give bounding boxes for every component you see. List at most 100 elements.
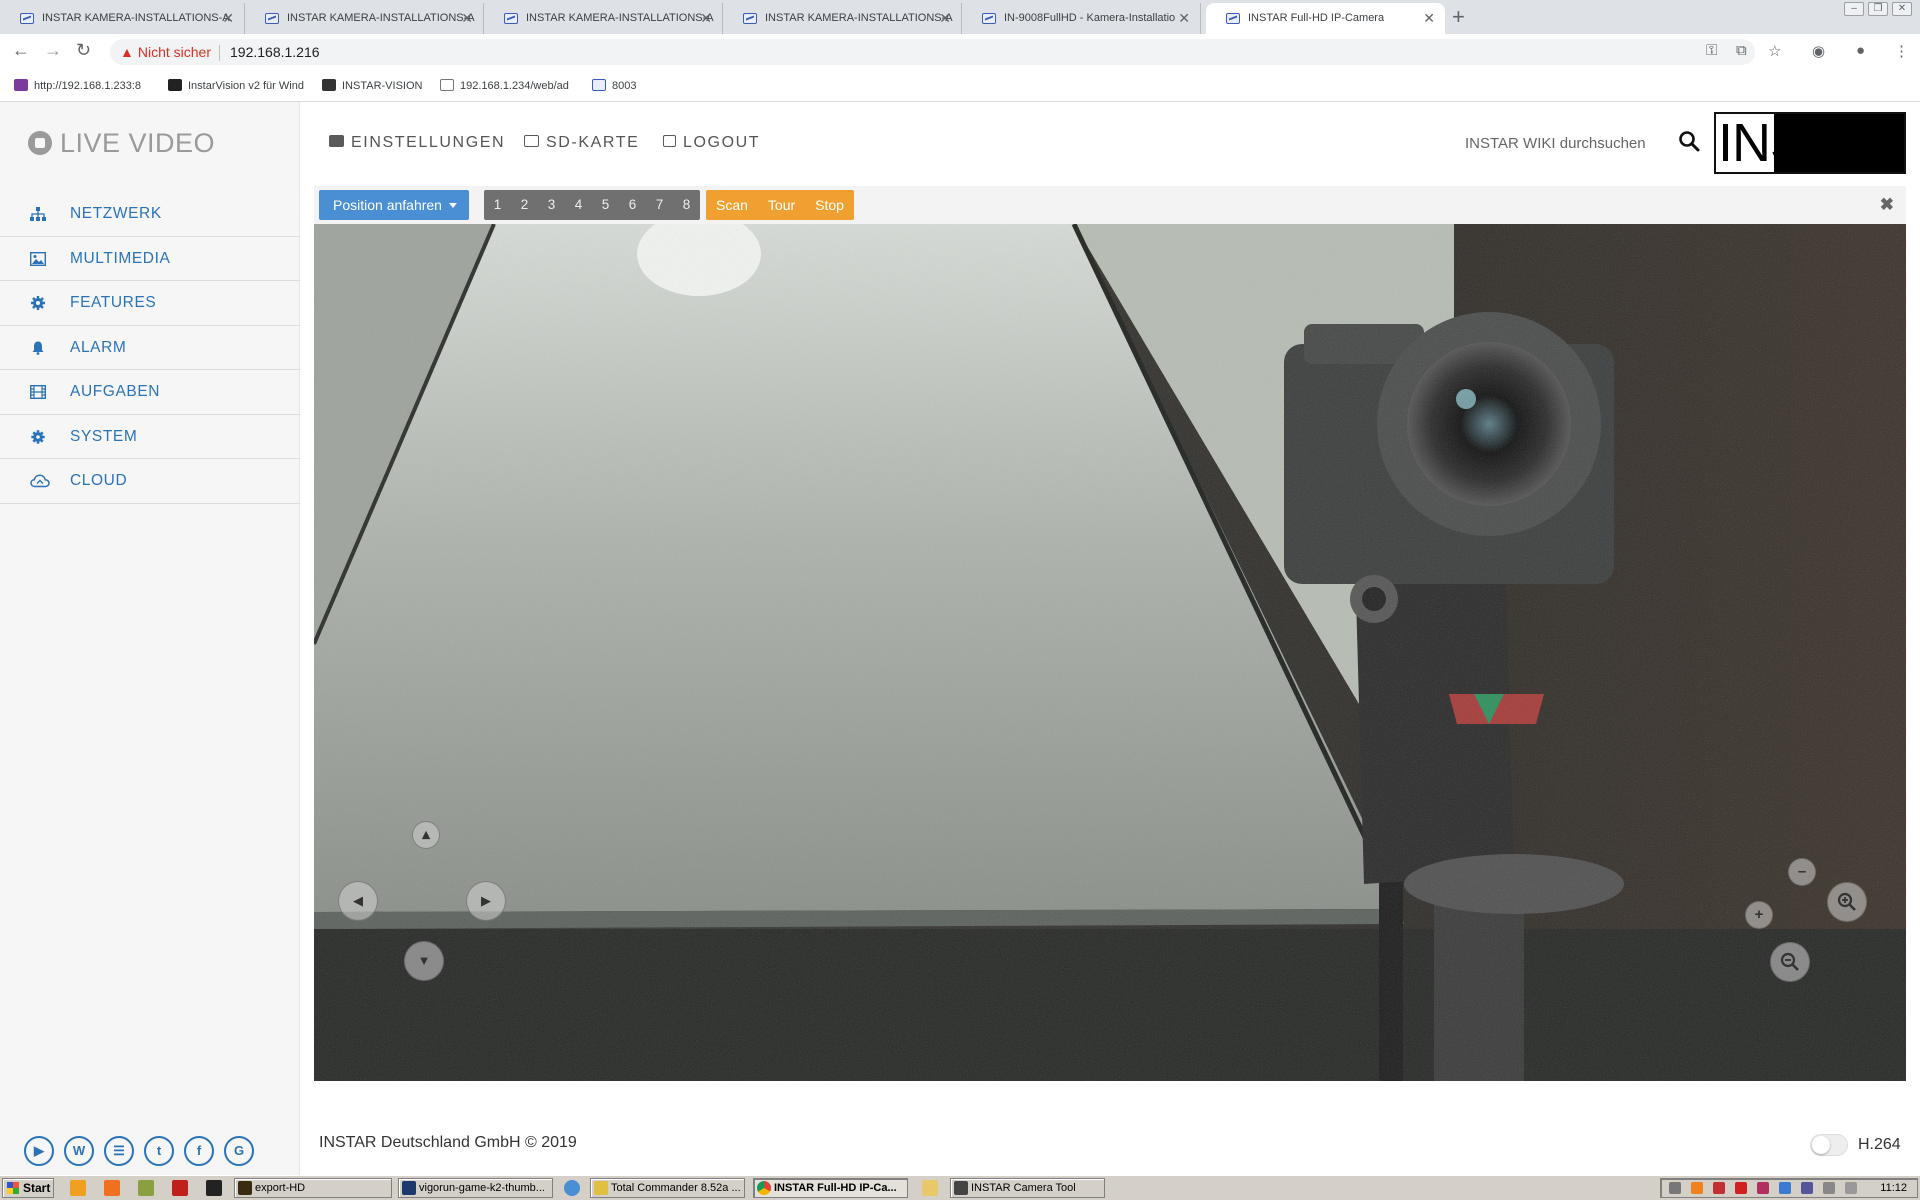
nav-sd-karte[interactable]: SD-KARTE (524, 134, 639, 152)
zoom-plus-button[interactable]: + (1745, 901, 1773, 929)
close-window-icon[interactable]: ✕ (1892, 2, 1912, 16)
pan-right-button[interactable]: ▶ (466, 881, 506, 921)
restore-icon[interactable]: ❐ (1868, 2, 1888, 16)
reload-icon[interactable]: ↻ (76, 40, 91, 61)
bookmark-item[interactable]: 192.168.1.234/web/ad (440, 79, 569, 92)
close-tab-icon[interactable]: ✕ (939, 3, 951, 34)
preset-button-4[interactable]: 4 (565, 190, 592, 220)
preset-button-5[interactable]: 5 (592, 190, 619, 220)
sidebar-item-multimedia[interactable]: MULTIMEDIA (0, 237, 300, 281)
taskbar-clock[interactable]: 11:12 (1880, 1179, 1907, 1197)
sidebar-item-netzwerk[interactable]: NETZWERK (0, 192, 300, 237)
preset-button-6[interactable]: 6 (619, 190, 646, 220)
taskbar-button[interactable]: vigorun-game-k2-thumb... (398, 1178, 553, 1198)
tray-network-icon[interactable] (1779, 1182, 1791, 1194)
bookmark-star-icon[interactable]: ☆ (1768, 42, 1781, 60)
tray-app-icon[interactable] (1801, 1182, 1813, 1194)
volume-icon[interactable] (1845, 1182, 1857, 1194)
pan-up-button[interactable]: ▴ (412, 821, 440, 849)
tray-app-icon[interactable] (1669, 1182, 1681, 1194)
folder-icon[interactable] (922, 1180, 938, 1196)
preset-button-2[interactable]: 2 (511, 190, 538, 220)
security-label[interactable]: Nicht sicher (138, 44, 211, 60)
sidebar-item-alarm[interactable]: ALARM (0, 326, 300, 370)
tray-app-icon[interactable] (1691, 1182, 1703, 1194)
tray-app-icon[interactable] (1823, 1182, 1835, 1194)
close-icon[interactable]: ✖ (1880, 195, 1894, 215)
browser-tab[interactable]: INSTAR KAMERA-INSTALLATIONS-A ✕ (723, 3, 962, 34)
minimize-icon[interactable]: – (1844, 2, 1864, 16)
sidebar-item-aufgaben[interactable]: AUFGABEN (0, 370, 300, 415)
browser-tab[interactable]: INSTAR KAMERA-INSTALLATIONS-A ✕ (0, 3, 245, 34)
facebook-icon[interactable]: f (184, 1136, 214, 1166)
preset-button-8[interactable]: 8 (673, 190, 700, 220)
bookmark-item[interactable]: http://192.168.1.233:8 (14, 79, 141, 92)
extension-icon[interactable]: ◉ (1812, 42, 1825, 60)
zoom-minus-button[interactable]: – (1788, 858, 1816, 886)
quicklaunch-cmd-icon[interactable] (206, 1180, 222, 1196)
tray-app-icon[interactable] (1713, 1182, 1725, 1194)
close-tab-icon[interactable]: ✕ (461, 3, 473, 34)
twitter-icon[interactable]: t (144, 1136, 174, 1166)
nav-einstellungen[interactable]: EINSTELLUNGEN (329, 134, 505, 152)
wiki-search-link[interactable]: INSTAR WIKI durchsuchen (1465, 135, 1646, 152)
tour-button[interactable]: Tour (758, 190, 805, 220)
tray-app-icon[interactable] (1735, 1182, 1747, 1194)
pan-left-button[interactable]: ◀ (338, 881, 378, 921)
back-arrow-icon[interactable]: ← (12, 40, 30, 61)
close-tab-icon[interactable]: ✕ (222, 3, 234, 34)
live-video-link[interactable]: LIVE VIDEO (28, 128, 215, 159)
start-button[interactable]: Start (2, 1178, 54, 1198)
quicklaunch-media-icon[interactable] (70, 1180, 86, 1196)
pan-down-button[interactable]: ▼ (404, 941, 444, 981)
new-tab-icon[interactable]: + (1452, 4, 1465, 30)
preset-button-7[interactable]: 7 (646, 190, 673, 220)
tray-app-icon[interactable] (1757, 1182, 1769, 1194)
key-icon[interactable]: ⚿ (1706, 42, 1717, 59)
browser-tab-active[interactable]: INSTAR Full-HD IP-Camera ✕ (1206, 3, 1445, 34)
taskbar-button[interactable]: export-HD (234, 1178, 392, 1198)
position-dropdown-button[interactable]: Position anfahren (319, 190, 469, 220)
scan-button[interactable]: Scan (706, 190, 758, 220)
quicklaunch-vlc-icon[interactable] (104, 1180, 120, 1196)
sidebar-item-features[interactable]: FEATURES (0, 281, 300, 326)
preset-button-3[interactable]: 3 (538, 190, 565, 220)
zoom-in-icon[interactable] (1827, 882, 1867, 922)
zoom-out-icon[interactable] (1770, 942, 1810, 982)
address-bar[interactable]: ▲ Nicht sicher 192.168.1.216 (110, 39, 1755, 65)
bookmark-item[interactable]: InstarVision v2 für Wind (168, 79, 304, 92)
close-tab-icon[interactable]: ✕ (1178, 3, 1190, 34)
wiki-icon[interactable]: W (64, 1136, 94, 1166)
youtube-icon[interactable]: ▶ (24, 1136, 54, 1166)
taskbar-button-active[interactable]: INSTAR Full-HD IP-Ca... (753, 1178, 908, 1198)
video-frame (314, 224, 1906, 1081)
translate-icon[interactable]: ⧉ (1736, 42, 1747, 59)
profile-avatar-icon[interactable]: ● (1856, 42, 1865, 59)
instar-logo[interactable]: INSTAR (1714, 112, 1906, 174)
bookmark-item[interactable]: INSTAR-VISION (322, 79, 422, 92)
quicklaunch-acrobat-icon[interactable] (172, 1180, 188, 1196)
browser-tab[interactable]: INSTAR KAMERA-INSTALLATIONS-A ✕ (484, 3, 723, 34)
nav-logout[interactable]: LOGOUT (663, 134, 760, 152)
kebab-menu-icon[interactable]: ⋮ (1894, 42, 1909, 60)
quicklaunch-notepad-icon[interactable] (138, 1180, 154, 1196)
browser-tab[interactable]: INSTAR KAMERA-INSTALLATIONS-A ✕ (245, 3, 484, 34)
google-plus-icon[interactable]: G (224, 1136, 254, 1166)
close-tab-icon[interactable]: ✕ (1423, 3, 1435, 34)
sidebar-item-system[interactable]: SYSTEM (0, 415, 300, 459)
taskbar-button[interactable]: INSTAR Camera Tool (950, 1178, 1105, 1198)
taskbar-button[interactable]: Total Commander 8.52a ... (590, 1178, 745, 1198)
preset-button-1[interactable]: 1 (484, 190, 511, 220)
codec-toggle-switch[interactable] (1810, 1134, 1848, 1156)
stop-button[interactable]: Stop (805, 190, 854, 220)
forum-icon[interactable]: ☰ (104, 1136, 134, 1166)
browser-tab[interactable]: IN-9008FullHD - Kamera-Installatio ✕ (962, 3, 1201, 34)
live-video-stream[interactable]: ▴ ◀ ▶ ▼ – + (314, 224, 1906, 1081)
sidebar-item-cloud[interactable]: CLOUD (0, 459, 300, 504)
ie-icon[interactable] (564, 1180, 580, 1196)
url-text[interactable]: 192.168.1.216 (230, 44, 320, 60)
search-icon[interactable] (1678, 130, 1700, 152)
forward-arrow-icon[interactable]: → (44, 40, 62, 61)
bookmark-item[interactable]: 8003 (592, 79, 636, 92)
close-tab-icon[interactable]: ✕ (700, 3, 712, 34)
